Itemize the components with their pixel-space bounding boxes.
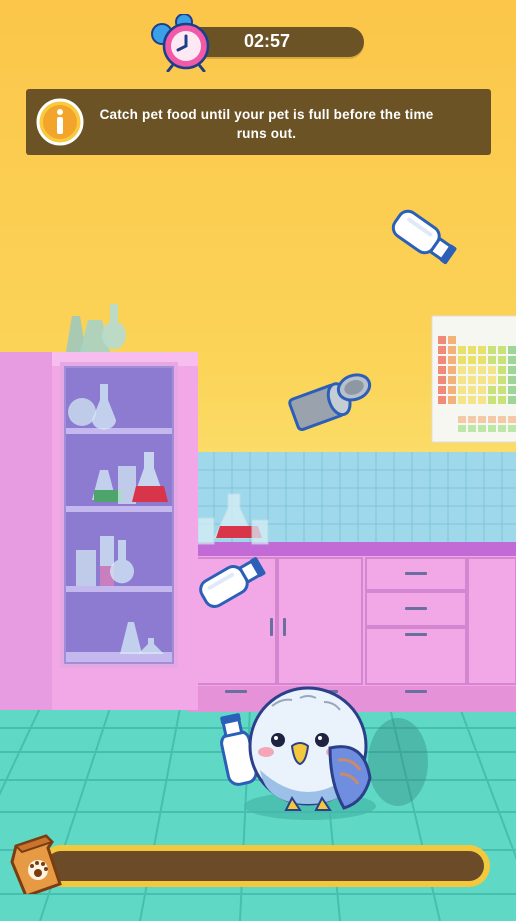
info-icon [36, 98, 84, 146]
lab-cabinet [0, 304, 198, 710]
tin-can-falling[interactable] [288, 371, 377, 432]
pet-food-bag-icon [8, 832, 66, 898]
periodic-table-poster [431, 315, 516, 443]
timer-value: 02:57 [243, 31, 291, 51]
fullness-meter-track [46, 851, 484, 881]
instruction-text: Catch pet food until your pet is full be… [99, 107, 434, 141]
game-scene: 02:57 Catch pet food until your pet is f… [0, 0, 516, 921]
pet-shadow-smudge [368, 718, 428, 806]
alarm-clock-icon [150, 13, 212, 73]
milk-bottle-falling[interactable] [389, 207, 459, 268]
